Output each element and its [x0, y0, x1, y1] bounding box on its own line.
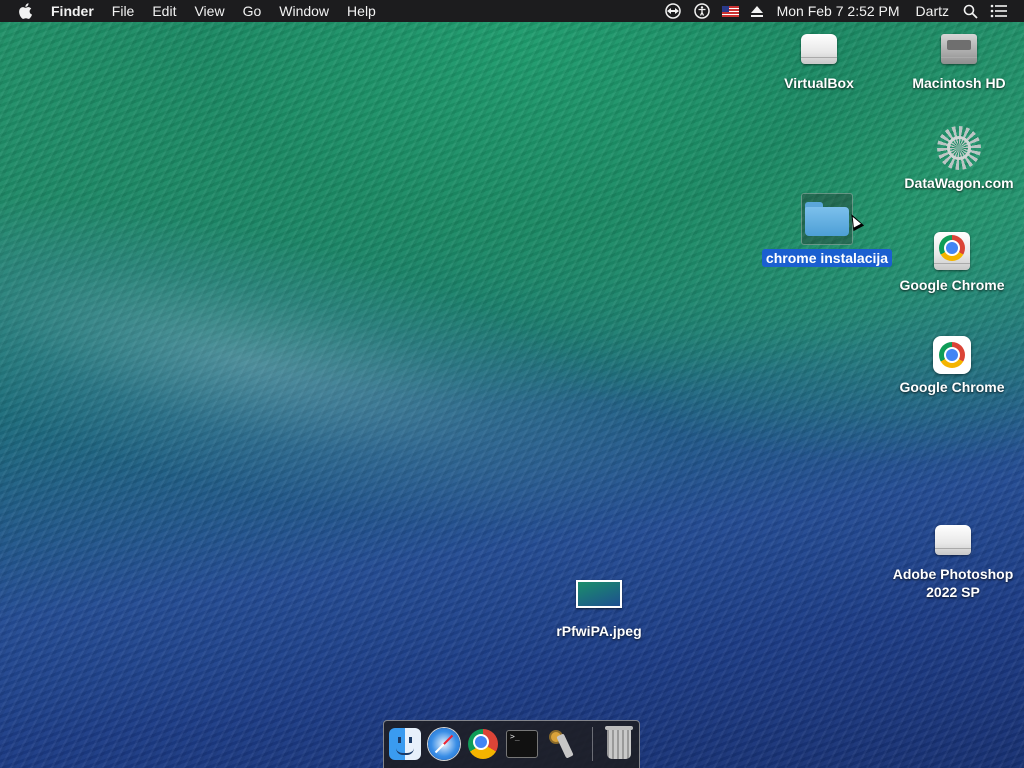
chrome-icon — [468, 729, 498, 759]
menu-bar: Finder File Edit View Go Window Help Mon… — [0, 0, 1024, 22]
terminal-prompt-text: >_ — [510, 732, 520, 741]
keychain-keys-icon — [545, 728, 577, 760]
desktop-icon-label: DataWagon.com — [904, 175, 1014, 191]
desktop-icon-label: Macintosh HD — [912, 75, 1006, 91]
wallpaper-foam — [0, 161, 721, 599]
menu-help[interactable]: Help — [338, 0, 385, 22]
desktop-icon-chrome-instalacija[interactable]: chrome instalacija — [757, 193, 897, 267]
clock[interactable]: Mon Feb 7 2:52 PM — [769, 0, 908, 22]
menu-go[interactable]: Go — [234, 0, 271, 22]
desktop-icon-datawagon[interactable]: DataWagon.com — [889, 126, 1024, 192]
chrome-disk-image-icon — [932, 230, 972, 272]
finder-icon — [389, 728, 421, 760]
accessibility-icon[interactable] — [688, 0, 716, 22]
menu-app-finder[interactable]: Finder — [42, 0, 103, 22]
desktop-icon-virtualbox[interactable]: VirtualBox — [749, 30, 889, 92]
notification-center-icon[interactable] — [984, 0, 1014, 22]
hard-drive-icon — [939, 30, 979, 70]
dock-item-finder[interactable] — [388, 727, 422, 761]
chrome-icon — [933, 336, 971, 374]
menu-view[interactable]: View — [185, 0, 233, 22]
desktop-icon-google-chrome-dmg[interactable]: Google Chrome — [882, 230, 1022, 294]
desktop-icon-label: Adobe Photoshop 2022 SP — [892, 566, 1014, 600]
dock-item-keychain[interactable] — [544, 727, 578, 761]
menu-file[interactable]: File — [103, 0, 144, 22]
safari-compass-icon — [428, 728, 460, 760]
terminal-icon: >_ — [506, 730, 538, 758]
image-thumbnail-icon — [576, 580, 622, 608]
folder-icon — [801, 193, 853, 245]
desktop-icon-label: Google Chrome — [899, 379, 1005, 395]
trash-icon — [605, 726, 633, 759]
desktop-icon-adobe-photoshop[interactable]: Adobe Photoshop 2022 SP — [883, 521, 1023, 601]
desktop-icon-label: VirtualBox — [784, 75, 854, 91]
wallpaper-texture — [0, 0, 1024, 768]
dock-item-chrome[interactable] — [466, 727, 500, 761]
photoshop-disk-image-icon — [933, 521, 973, 561]
teamviewer-icon[interactable] — [658, 0, 688, 22]
dock-item-trash[interactable] — [602, 726, 636, 761]
external-drive-icon — [799, 30, 839, 70]
menu-edit[interactable]: Edit — [143, 0, 185, 22]
desktop-icon-rpfwipa-jpeg[interactable]: rPfwiPA.jpeg — [529, 580, 669, 640]
dock: >_ — [383, 720, 640, 768]
dock-item-terminal[interactable]: >_ — [505, 727, 539, 761]
dock-item-safari[interactable] — [427, 727, 461, 761]
desktop-icon-label: Google Chrome — [899, 277, 1005, 293]
desktop-icon-label: rPfwiPA.jpeg — [556, 623, 642, 639]
user-name[interactable]: Dartz — [908, 0, 957, 22]
datawagon-logo-icon — [937, 126, 981, 170]
spotlight-search-icon[interactable] — [957, 0, 984, 22]
apple-menu-icon[interactable] — [0, 3, 42, 19]
menu-window[interactable]: Window — [270, 0, 338, 22]
input-source-flag-icon[interactable] — [716, 0, 745, 22]
eject-icon[interactable] — [745, 0, 769, 22]
dock-separator — [592, 727, 593, 761]
desktop-icon-label: chrome instalacija — [761, 249, 893, 267]
desktop-icon-google-chrome-app[interactable]: Google Chrome — [882, 336, 1022, 396]
desktop-icon-macintosh-hd[interactable]: Macintosh HD — [889, 30, 1024, 92]
